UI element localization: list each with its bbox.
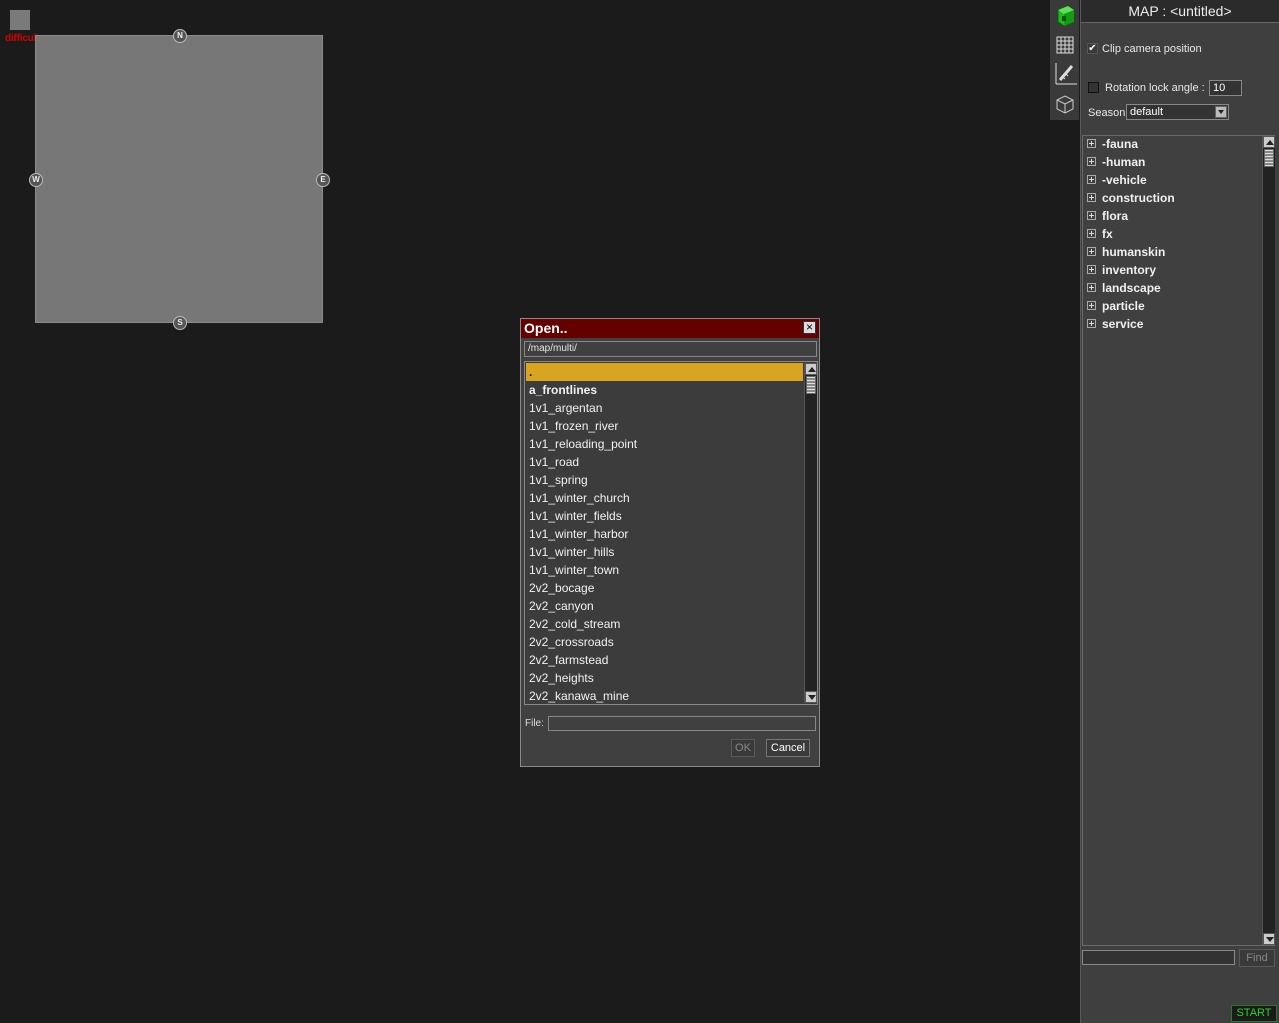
start-button[interactable]: START	[1231, 1005, 1277, 1022]
list-item[interactable]: 2v2_crossroads	[526, 633, 803, 651]
tree-item-fauna[interactable]: -fauna	[1087, 135, 1138, 153]
expand-icon[interactable]	[1087, 265, 1096, 275]
season-label: Season:	[1088, 107, 1129, 119]
expand-icon[interactable]	[1087, 301, 1096, 311]
tree-item-humanskin[interactable]: humanskin	[1087, 243, 1165, 261]
expand-icon[interactable]	[1087, 193, 1096, 203]
list-item[interactable]: .	[526, 363, 803, 381]
list-item[interactable]: 1v1_reloading_point	[526, 435, 803, 453]
tree-item-fx[interactable]: fx	[1087, 225, 1113, 243]
close-icon[interactable]: ×	[803, 321, 816, 334]
tree-scrollbar[interactable]	[1262, 136, 1275, 945]
tree-item-label: construction	[1102, 191, 1175, 205]
tree-item-construction[interactable]: construction	[1087, 189, 1175, 207]
tool-strip	[1050, 0, 1079, 120]
minimap[interactable]	[35, 35, 323, 323]
scroll-thumb[interactable]	[1264, 149, 1274, 167]
file-name-input[interactable]	[548, 716, 816, 731]
dialog-titlebar[interactable]: Open.. ×	[521, 319, 819, 338]
expand-icon[interactable]	[1087, 283, 1096, 293]
scroll-down-icon[interactable]	[1263, 933, 1275, 945]
scroll-up-icon[interactable]	[1263, 136, 1275, 148]
tree-item-label: -human	[1102, 155, 1146, 169]
list-item[interactable]: 1v1_road	[526, 453, 803, 471]
tree-item-label: service	[1102, 317, 1144, 331]
cancel-button[interactable]: Cancel	[766, 739, 810, 757]
map-title: MAP : <untitled>	[1081, 0, 1279, 23]
list-item[interactable]: 1v1_winter_hills	[526, 543, 803, 561]
tree-item-flora[interactable]: flora	[1087, 207, 1128, 225]
asset-tree: -fauna -human -vehicle construction flor…	[1082, 135, 1275, 946]
list-item[interactable]: 2v2_kanawa_mine	[526, 687, 803, 704]
tree-item-label: -vehicle	[1102, 173, 1147, 187]
tree-item-landscape[interactable]: landscape	[1087, 279, 1161, 297]
list-item[interactable]: 2v2_farmstead	[526, 651, 803, 669]
tree-item-label: -fauna	[1102, 137, 1138, 151]
list-item[interactable]: 2v2_canyon	[526, 597, 803, 615]
list-item[interactable]: 1v1_frozen_river	[526, 417, 803, 435]
tree-item-inventory[interactable]: inventory	[1087, 261, 1156, 279]
file-list-scrollbar[interactable]	[804, 363, 817, 703]
grid-icon[interactable]	[1052, 32, 1078, 58]
expand-icon[interactable]	[1087, 247, 1096, 257]
compass-north-marker[interactable]: N	[173, 29, 187, 43]
list-item[interactable]: 1v1_winter_harbor	[526, 525, 803, 543]
tree-item-service[interactable]: service	[1087, 315, 1143, 333]
list-item[interactable]: 1v1_winter_fields	[526, 507, 803, 525]
season-value: default	[1130, 106, 1164, 118]
wireframe-box-icon[interactable]	[1052, 91, 1078, 117]
list-item[interactable]: 1v1_winter_town	[526, 561, 803, 579]
list-item[interactable]: 1v1_spring	[526, 471, 803, 489]
season-select[interactable]: default	[1126, 104, 1229, 120]
list-item[interactable]: 1v1_argentan	[526, 399, 803, 417]
ok-button[interactable]: OK	[731, 739, 755, 757]
find-button[interactable]: Find	[1239, 949, 1275, 967]
measure-tool-icon[interactable]	[1052, 60, 1078, 86]
scroll-thumb[interactable]	[806, 376, 816, 394]
rotation-lock-checkbox[interactable]	[1088, 82, 1099, 93]
expand-icon[interactable]	[1087, 211, 1096, 221]
scroll-up-icon[interactable]	[805, 363, 817, 375]
file-label: File:	[525, 718, 544, 729]
list-item[interactable]: 1v1_winter_church	[526, 489, 803, 507]
tree-item-particle[interactable]: particle	[1087, 297, 1145, 315]
list-item[interactable]: a_frontlines	[526, 381, 803, 399]
tree-item-label: flora	[1102, 209, 1129, 223]
tree-item-label: particle	[1102, 299, 1145, 313]
tree-item-human[interactable]: -human	[1087, 153, 1145, 171]
rotation-lock-angle-input[interactable]	[1209, 80, 1242, 96]
clip-camera-checkbox[interactable]: ✔	[1087, 43, 1098, 54]
compass-east-marker[interactable]: E	[316, 173, 330, 187]
tree-item-label: humanskin	[1102, 245, 1166, 259]
tree-item-label: fx	[1102, 227, 1113, 241]
list-item[interactable]: 2v2_bocage	[526, 579, 803, 597]
chevron-down-icon[interactable]	[1215, 106, 1227, 118]
list-item[interactable]: 2v2_heights	[526, 669, 803, 687]
cube-green-icon[interactable]	[1052, 2, 1078, 28]
open-dialog: Open.. × /map/multi/ . a_frontlines 1v1_…	[520, 318, 820, 767]
path-field: /map/multi/	[524, 341, 817, 357]
scroll-down-icon[interactable]	[805, 691, 817, 703]
list-item[interactable]: 2v2_cold_stream	[526, 615, 803, 633]
rotation-lock-label: Rotation lock angle :	[1105, 82, 1205, 94]
minimap-toggle-button[interactable]	[10, 10, 30, 30]
clip-camera-label: Clip camera position	[1102, 43, 1202, 55]
expand-icon[interactable]	[1087, 229, 1096, 239]
dialog-title: Open..	[524, 320, 568, 336]
expand-icon[interactable]	[1087, 157, 1096, 167]
expand-icon[interactable]	[1087, 319, 1096, 329]
find-input[interactable]	[1082, 950, 1235, 965]
compass-west-marker[interactable]: W	[29, 173, 43, 187]
file-list: . a_frontlines 1v1_argentan 1v1_frozen_r…	[524, 361, 818, 705]
expand-icon[interactable]	[1087, 175, 1096, 185]
expand-icon[interactable]	[1087, 139, 1096, 149]
compass-south-marker[interactable]: S	[173, 316, 187, 330]
tree-item-label: landscape	[1102, 281, 1161, 295]
tree-item-label: inventory	[1102, 263, 1157, 277]
tree-item-vehicle[interactable]: -vehicle	[1087, 171, 1147, 189]
